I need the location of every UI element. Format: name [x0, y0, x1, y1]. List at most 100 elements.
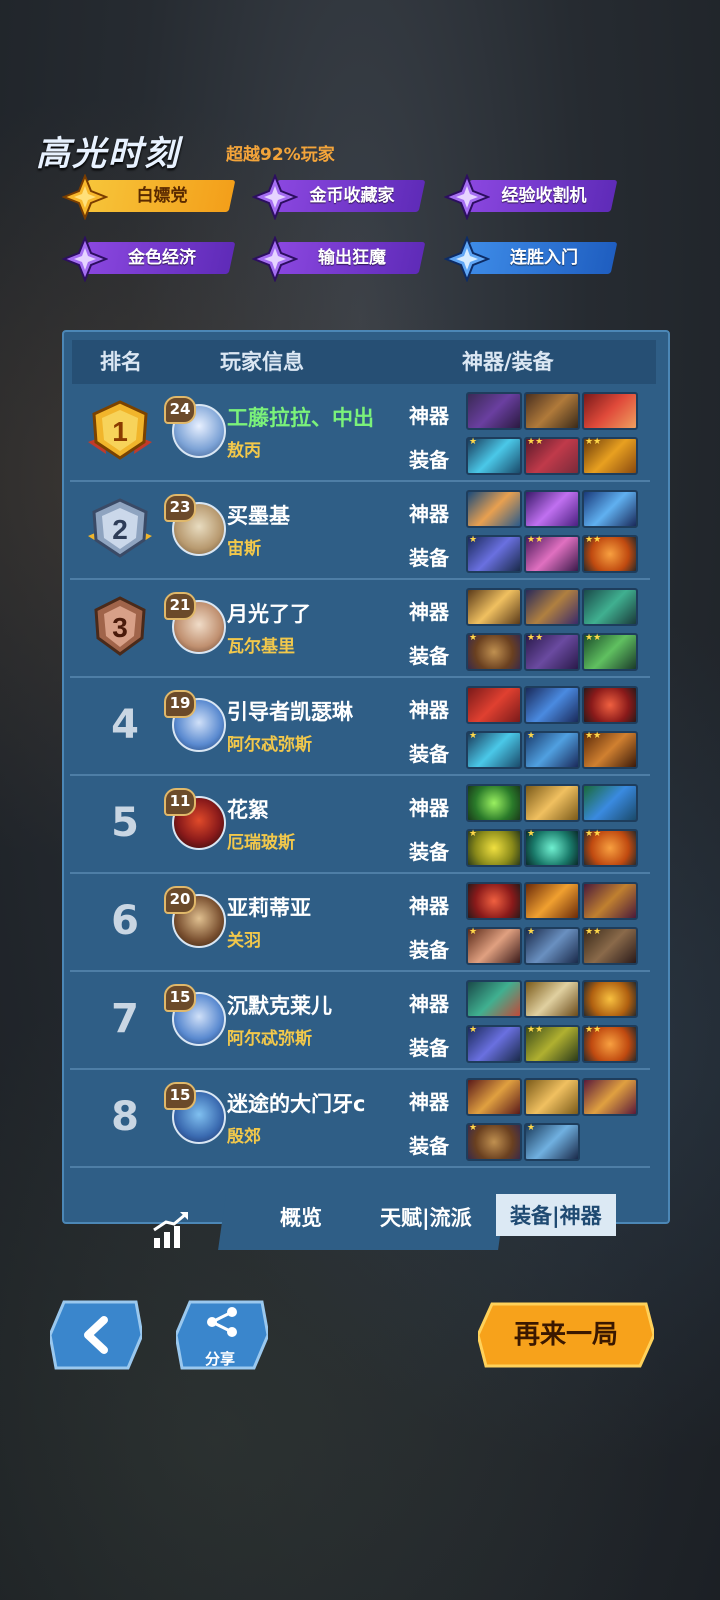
artifact-slot[interactable] [582, 392, 638, 430]
equip-slot[interactable]: ★ [524, 927, 580, 965]
artifact-slot[interactable] [582, 784, 638, 822]
level-badge: 15 [164, 1082, 196, 1110]
equip-slot[interactable]: ★★ [524, 1025, 580, 1063]
highlight-title: 高光时刻 [36, 134, 180, 174]
artifact-slot[interactable] [466, 588, 522, 626]
artifact-slot[interactable] [466, 392, 522, 430]
equip-slot[interactable]: ★★ [582, 437, 638, 475]
table-row[interactable]: 6 20 亚莉蒂亚 关羽 神器 装备 ★ ★ ★★ [64, 874, 668, 972]
artifact-slot[interactable] [466, 686, 522, 724]
equip-slot[interactable]: ★ [466, 731, 522, 769]
rank-number: 7 [111, 996, 139, 1042]
rank-number: 6 [111, 898, 139, 944]
hero-name: 宙斯 [227, 539, 261, 559]
rank-number: 4 [111, 702, 139, 748]
artifact-slot[interactable] [466, 784, 522, 822]
tab-overview[interactable]: 概览 [280, 1202, 322, 1232]
header-gear: 神器/装备 [462, 350, 554, 374]
level-badge: 11 [164, 788, 196, 816]
artifact-slot[interactable] [466, 882, 522, 920]
player-name: 引导者凯瑟琳 [227, 700, 353, 724]
table-row[interactable]: 8 15 迷途的大门牙c 殷郊 神器 装备 ★ ★ [64, 1070, 668, 1168]
level-badge: 24 [164, 396, 196, 424]
badge-coin-collector[interactable]: 金币收藏家 [252, 174, 426, 220]
artifact-slot[interactable] [582, 1078, 638, 1116]
artifact-slot[interactable] [466, 1078, 522, 1116]
artifact-slot[interactable] [524, 980, 580, 1018]
artifact-slot[interactable] [582, 686, 638, 724]
artifact-slot[interactable] [466, 980, 522, 1018]
equip-slot[interactable]: ★ [466, 829, 522, 867]
table-row[interactable]: 5 11 花絮 厄瑞玻斯 神器 装备 ★ ★ ★★ [64, 776, 668, 874]
bronze-medal-icon: 3 [94, 596, 146, 656]
player-name: 迷途的大门牙c [227, 1092, 366, 1116]
equip-label: 装备 [409, 644, 449, 668]
trend-chart-icon[interactable] [150, 1210, 190, 1250]
artifact-slot[interactable] [524, 490, 580, 528]
equip-slot[interactable]: ★★ [524, 535, 580, 573]
equip-slot[interactable]: ★ [466, 1025, 522, 1063]
badge-damage-maniac[interactable]: 输出狂魔 [252, 236, 426, 282]
header-player: 玩家信息 [220, 350, 304, 374]
hero-name: 瓦尔基里 [227, 637, 295, 657]
artifact-slot[interactable] [582, 980, 638, 1018]
equip-label: 装备 [409, 742, 449, 766]
equip-label: 装备 [409, 938, 449, 962]
level-badge: 23 [164, 494, 196, 522]
artifact-slot[interactable] [582, 588, 638, 626]
equip-slot[interactable]: ★ [466, 535, 522, 573]
artifact-slot[interactable] [524, 392, 580, 430]
bottom-tabs: 概览 天赋|流派 装备|神器 [218, 1194, 632, 1250]
badge-baipiaodang[interactable]: 白嫖党 [62, 174, 236, 220]
equip-slot[interactable]: ★ [466, 1123, 522, 1161]
equip-slot[interactable]: ★ [466, 437, 522, 475]
table-row[interactable]: 3 21 月光了了 瓦尔基里 神器 装备 ★ ★★ ★★ [64, 580, 668, 678]
badge-win-streak[interactable]: 连胜入门 [444, 236, 618, 282]
badge-exp-harvester[interactable]: 经验收割机 [444, 174, 618, 220]
rank-number: 8 [111, 1094, 139, 1140]
tab-gear[interactable]: 装备|神器 [496, 1194, 616, 1236]
artifact-slot[interactable] [582, 490, 638, 528]
artifact-label: 神器 [409, 992, 449, 1016]
table-row[interactable]: 7 15 沉默克莱儿 阿尔忒弥斯 神器 装备 ★ ★★ ★★ [64, 972, 668, 1070]
table-row[interactable]: 1 24 工藤拉拉、中出 敖丙 神器 装备 ★ ★★ ★★ [64, 384, 668, 482]
artifact-slot[interactable] [524, 588, 580, 626]
equip-label: 装备 [409, 1036, 449, 1060]
play-again-label: 再来一局 [513, 1320, 618, 1350]
player-name: 亚莉蒂亚 [227, 896, 311, 920]
highlight-subtitle: 超越92%玩家 [226, 145, 335, 165]
equip-slot[interactable]: ★★ [524, 633, 580, 671]
equip-slot[interactable]: ★★ [582, 633, 638, 671]
badge-golden-economy[interactable]: 金色经济 [62, 236, 236, 282]
equip-slot[interactable]: ★★ [582, 731, 638, 769]
equip-label: 装备 [409, 546, 449, 570]
hero-name: 阿尔忒弥斯 [227, 735, 312, 755]
artifact-slot[interactable] [524, 784, 580, 822]
player-name: 沉默克莱儿 [227, 994, 332, 1018]
equip-label: 装备 [409, 448, 449, 472]
artifact-slot[interactable] [524, 686, 580, 724]
svg-text:1: 1 [112, 416, 128, 447]
artifact-slot[interactable] [524, 1078, 580, 1116]
level-badge: 21 [164, 592, 196, 620]
equip-slot[interactable]: ★★ [582, 535, 638, 573]
table-row[interactable]: 4 19 引导者凯瑟琳 阿尔忒弥斯 神器 装备 ★ ★ ★★ [64, 678, 668, 776]
tab-talent[interactable]: 天赋|流派 [380, 1202, 472, 1232]
hero-name: 阿尔忒弥斯 [227, 1029, 312, 1049]
back-button[interactable] [50, 1300, 142, 1370]
artifact-slot[interactable] [582, 882, 638, 920]
equip-slot[interactable]: ★★ [582, 1025, 638, 1063]
player-name: 工藤拉拉、中出 [227, 406, 374, 430]
equip-slot[interactable]: ★★ [582, 829, 638, 867]
equip-slot[interactable]: ★★ [582, 927, 638, 965]
equip-slot[interactable]: ★ [466, 633, 522, 671]
equip-slot[interactable]: ★ [524, 829, 580, 867]
equip-slot[interactable]: ★ [524, 1123, 580, 1161]
artifact-slot[interactable] [466, 490, 522, 528]
equip-slot[interactable]: ★ [466, 927, 522, 965]
equip-slot[interactable]: ★ [524, 731, 580, 769]
artifact-label: 神器 [409, 600, 449, 624]
equip-slot[interactable]: ★★ [524, 437, 580, 475]
artifact-slot[interactable] [524, 882, 580, 920]
table-row[interactable]: 2 23 买墨基 宙斯 神器 装备 ★ ★★ ★★ [64, 482, 668, 580]
